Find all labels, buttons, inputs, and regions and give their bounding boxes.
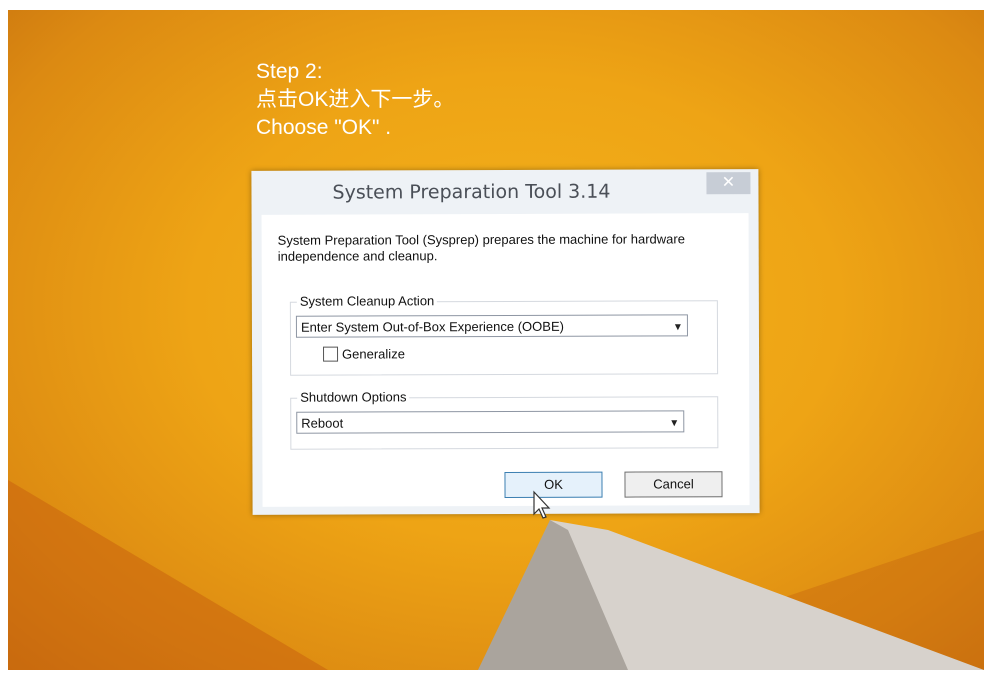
cleanup-action-group: System Cleanup Action Enter System Out-o… [289,293,719,376]
dialog-title: System Preparation Tool 3.14 [332,180,611,204]
dialog-content: System Preparation Tool (Sysprep) prepar… [261,213,750,507]
ok-button[interactable]: OK [504,471,603,499]
dialog-description: System Preparation Tool (Sysprep) prepar… [277,231,685,264]
checkbox-icon [323,346,339,362]
chevron-down-icon: ▾ [674,319,681,334]
cancel-button[interactable]: Cancel [624,471,723,498]
shutdown-options-label: Shutdown Options [297,389,410,405]
shutdown-options-select[interactable]: Reboot ▾ [296,410,685,434]
caption-english: Choose "OK" . [256,116,392,139]
chevron-down-icon: ▾ [671,415,678,430]
close-icon: ✕ [721,174,736,192]
dialog-titlebar: System Preparation Tool 3.14 ✕ [251,169,758,215]
caption-chinese: 点击OK进入下一步。 [256,88,455,111]
close-button[interactable]: ✕ [706,172,751,195]
caption-step: Step 2: [256,60,323,83]
generalize-checkbox[interactable]: Generalize [323,346,405,362]
cleanup-action-value: Enter System Out-of-Box Experience (OOBE… [300,318,564,335]
sysprep-dialog: System Preparation Tool 3.14 ✕ System Pr… [251,169,760,515]
generalize-label: Generalize [342,346,405,362]
mouse-pointer-icon [533,490,551,519]
cleanup-action-label: System Cleanup Action [296,293,438,309]
shutdown-options-group: Shutdown Options Reboot ▾ [290,389,719,450]
instruction-caption: Step 2: 点击OK进入下一步。 Choose "OK" . [256,58,454,142]
cleanup-action-select[interactable]: Enter System Out-of-Box Experience (OOBE… [295,314,688,338]
shutdown-options-value: Reboot [301,415,344,431]
